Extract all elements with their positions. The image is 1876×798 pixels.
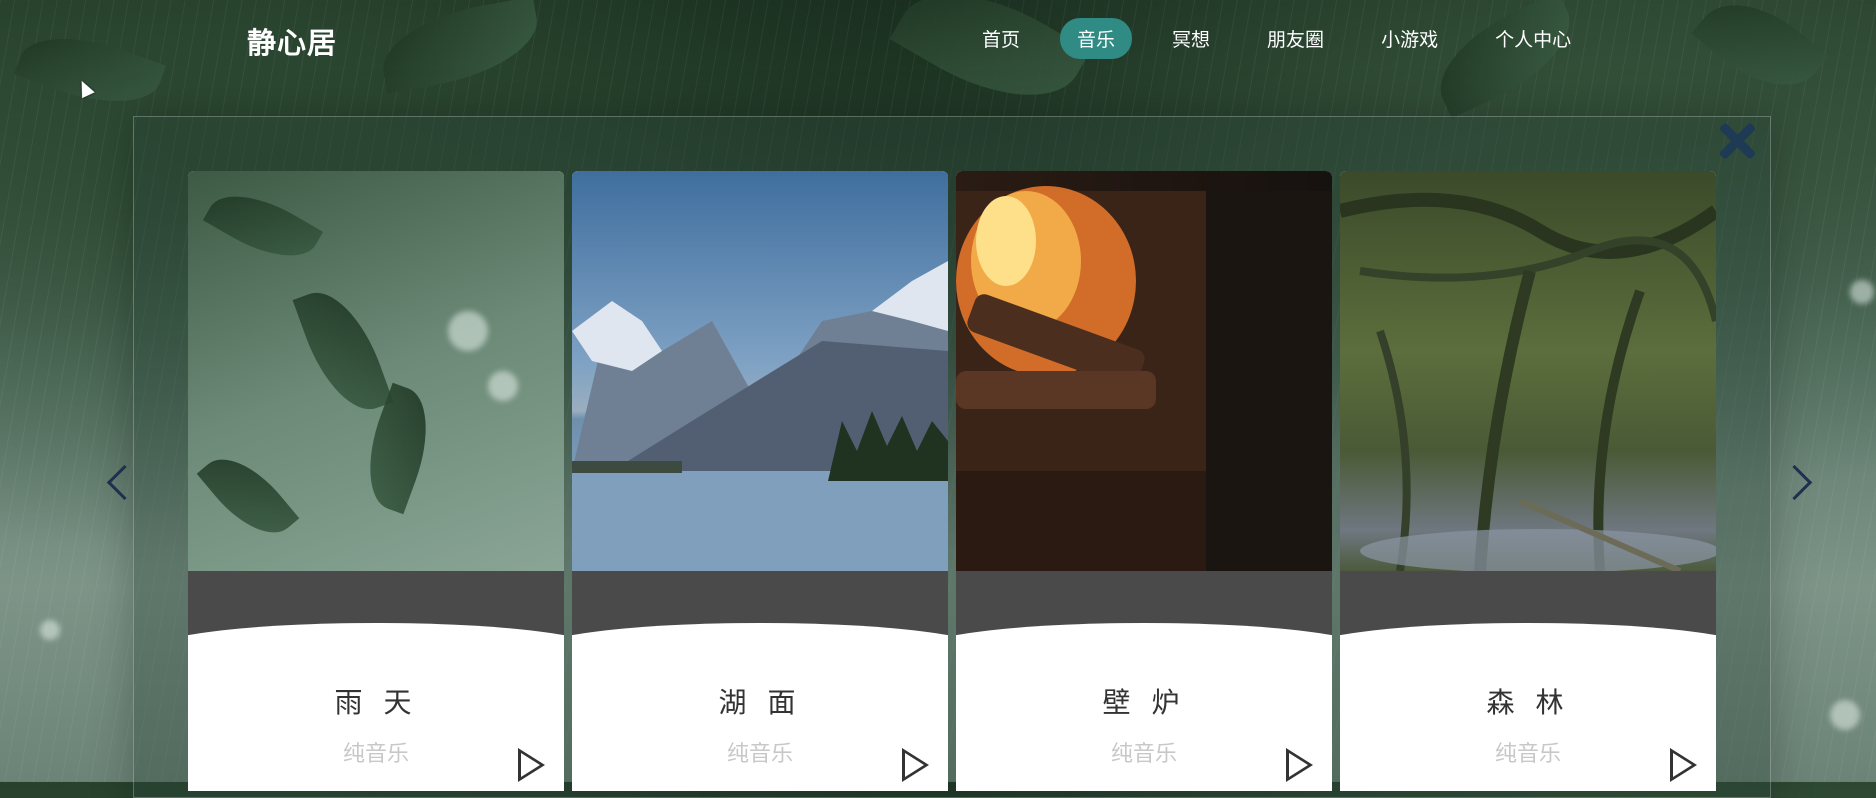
music-card-lake[interactable] (572, 171, 948, 791)
nav-item-meditation[interactable]: 冥想 (1155, 18, 1227, 59)
top-navbar: 静心居 首页 音乐 冥想 朋友圈 小游戏 个人中心 (0, 0, 1876, 80)
close-icon[interactable] (1715, 119, 1759, 163)
play-icon[interactable] (1286, 748, 1313, 782)
card-image-rain (188, 171, 564, 571)
play-icon[interactable] (518, 748, 545, 782)
card-image-forest (1340, 171, 1716, 571)
nav-item-music[interactable]: 音乐 (1060, 18, 1133, 59)
card-curve (188, 623, 564, 743)
nav-links: 首页 音乐 冥想 朋友圈 小游戏 个人中心 (965, 18, 1611, 59)
play-icon[interactable] (902, 748, 929, 782)
play-icon[interactable] (1670, 748, 1697, 782)
nav-item-home[interactable]: 首页 (965, 18, 1037, 59)
bokeh-light (1850, 280, 1874, 304)
bokeh-light (1830, 700, 1860, 730)
bokeh-light (40, 620, 60, 640)
card-curve (572, 623, 948, 743)
card-curve (956, 623, 1332, 743)
nav-item-moments[interactable]: 朋友圈 (1250, 18, 1341, 59)
nav-item-profile[interactable]: 个人中心 (1478, 18, 1588, 59)
app-logo[interactable]: 静心居 (247, 20, 337, 62)
music-card-fireplace[interactable] (956, 171, 1332, 791)
nav-item-games[interactable]: 小游戏 (1364, 18, 1455, 59)
card-image-fireplace (956, 171, 1332, 571)
chevron-right-icon[interactable] (1776, 464, 1813, 501)
card-curve (1340, 623, 1716, 743)
music-card-forest[interactable] (1340, 171, 1716, 791)
card-image-lake (572, 171, 948, 571)
music-card-rain[interactable] (188, 171, 564, 791)
